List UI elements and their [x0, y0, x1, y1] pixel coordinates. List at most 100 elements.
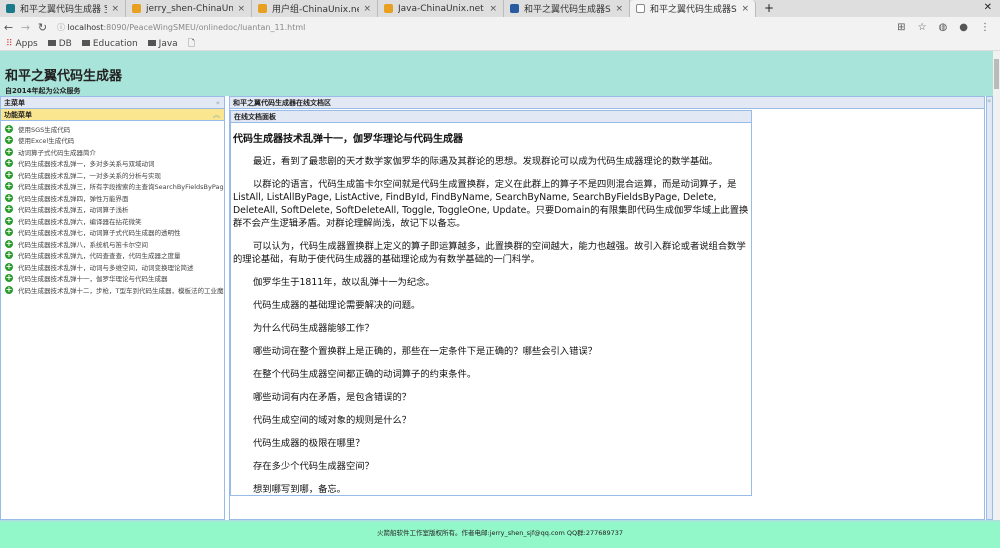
expand-right-icon[interactable]: « [987, 97, 991, 105]
bookmark-apps[interactable]: ⠿ Apps [6, 39, 38, 49]
plus-icon: + [5, 169, 13, 179]
tab-title: 和平之翼代码生成器SMEU [524, 5, 611, 15]
bookmark-java[interactable]: Java [147, 39, 178, 49]
plus-icon: + [5, 204, 13, 214]
menu-item[interactable]: + 代码生成器技术乱弹五，动词算子浅析 [1, 204, 224, 216]
plus-icon: + [5, 135, 13, 145]
menu-item[interactable]: + 代码生成器技术乱弹三，所有字段搜索的主查询SearchByFieldsByPa… [1, 181, 224, 193]
tab-close-icon[interactable]: × [489, 4, 497, 14]
doc-panel: 在线文档面板 代码生成器技术乱弹十一，伽罗华理论与代码生成器 最近，看到了最悲剧… [230, 110, 752, 496]
browser-tab[interactable]: jerry_shen-ChinaUnix.net× [126, 0, 252, 17]
browser-tab[interactable]: 和平之翼代码生成器SMEU × [630, 0, 756, 17]
account-icon[interactable]: ● [959, 22, 968, 33]
menu-item[interactable]: + 使用SGS生成代码 [1, 123, 224, 135]
menu-item[interactable]: + 代码生成器技术乱弹一，多对多关系与双域动词 [1, 158, 224, 170]
favicon-icon [510, 4, 519, 13]
plus-icon: + [5, 123, 13, 133]
extension-icon[interactable]: ◍ [939, 22, 948, 33]
menu-item[interactable]: + 代码生成器技术乱弹十，动词与多维空间，动词变换理论简述 [1, 261, 224, 273]
reload-icon[interactable]: ↻ [34, 21, 51, 34]
doc-paragraph: 代码生成器的基础理论需要解决的问题。 [253, 300, 421, 311]
plus-icon: + [5, 227, 13, 237]
browser-tab[interactable]: 用户组-ChinaUnix.net × [252, 0, 378, 17]
site-title: 和平之翼代码生成器 [5, 69, 123, 84]
function-menu: + 使用SGS生成代码 + 使用Excel生成代码 + 动词算子式代码生成器简介 + 代码生成… [1, 121, 224, 298]
bookmark-label: DB [58, 38, 72, 49]
doc-paragraph: 想到哪写到哪，备忘。 [253, 484, 346, 495]
collapse-up-icon[interactable]: ︽ [213, 109, 220, 121]
window-close-icon[interactable]: ✕ [984, 2, 992, 13]
doc-paragraph: 可以认为，代码生成器置换群上定义的算子即运算越多，此置换群的空间越大，能力也越强… [233, 241, 746, 265]
bookmark-label: Education [92, 38, 138, 49]
tab-close-icon[interactable]: × [237, 4, 245, 14]
browser-tab[interactable]: 和平之翼代码生成器SMEU × [504, 0, 630, 17]
menu-item[interactable]: + 代码生成器技术乱弹十二，步枪，T型车到代码生成器，模板法的工业魔术 [1, 284, 224, 296]
url-input[interactable]: ⓘ localhost:8090/PeaceWingSMEU/onlinedoc… [57, 19, 887, 35]
menu-item-label: 动词算子式代码生成器简介 [18, 148, 96, 157]
menu-item-label: 代码生成器技术乱弹二，一对多关系的分析与实现 [18, 171, 161, 180]
tab-title: Java-ChinaUnix.net [398, 3, 484, 14]
tab-close-icon[interactable]: × [111, 4, 119, 14]
folder-icon [147, 39, 156, 46]
accordion-header[interactable]: 功能菜单 ︽ [1, 109, 224, 121]
plus-icon: + [5, 158, 13, 168]
favicon-icon [132, 4, 141, 13]
menu-item-label: 代码生成器技术乱弹一，多对多关系与双域动词 [18, 160, 155, 169]
plus-icon: + [5, 261, 13, 271]
star-icon[interactable]: ☆ [918, 22, 927, 33]
plus-icon: + [5, 284, 13, 294]
doc-paragraph: 以群论的语言，代码生成笛卡尔空间就是代码生成置换群，定义在此群上的算子不是四则混… [233, 179, 749, 229]
page-icon[interactable]: 🗋 [188, 36, 195, 52]
tab-close-icon[interactable]: × [741, 4, 749, 14]
apps-icon: ⠿ [6, 38, 13, 49]
tab-title: jerry_shen-ChinaUnix.net [146, 3, 234, 14]
menu-item-label: 代码生成器技术乱弹八，系统机与笛卡尔空间 [18, 240, 148, 249]
tab-close-icon[interactable]: × [363, 4, 371, 14]
left-panel-header: 主菜单 « [1, 97, 224, 109]
menu-item-label: 代码生成器技术乱弹十一，伽罗华理论与代码生成器 [18, 275, 168, 284]
browser-tab[interactable]: 和平之翼代码生成器 宝船 × [0, 0, 126, 17]
site-subtitle: 自2014年起为公众服务 [5, 87, 81, 95]
bookmark-db[interactable]: DB [47, 38, 72, 49]
doc-title: 代码生成器技术乱弹十一，伽罗华理论与代码生成器 [233, 134, 463, 145]
menu-item[interactable]: + 代码生成器技术乱弹二，一对多关系的分析与实现 [1, 169, 224, 181]
menu-item[interactable]: + 代码生成器技术乱弹十一，伽罗华理论与代码生成器 [1, 273, 224, 285]
new-tab-button[interactable]: + [756, 0, 782, 17]
tab-title: 用户组-ChinaUnix.net [272, 5, 360, 15]
plus-icon: + [5, 146, 13, 156]
menu-item[interactable]: + 代码生成器技术乱弹七，动词算子式代码生成器的透明性 [1, 227, 224, 239]
right-collapsed-panel[interactable]: « [986, 96, 993, 520]
url-host: localhost [67, 22, 104, 32]
menu-icon[interactable]: ⋮ [980, 22, 990, 33]
back-icon[interactable]: ← [0, 21, 17, 34]
folder-icon [47, 39, 56, 46]
favicon-icon [258, 4, 267, 13]
translate-icon[interactable]: ⊞ [897, 22, 905, 33]
menu-item-label: 代码生成器技术乱弹五，动词算子浅析 [18, 206, 129, 215]
plus-icon: + [5, 192, 13, 202]
menu-item[interactable]: + 代码生成器技术乱弹四，弹性万能界面 [1, 192, 224, 204]
forward-icon[interactable]: → [17, 21, 34, 34]
scrollbar-thumb[interactable] [994, 59, 999, 89]
menu-item-label: 代码生成器技术乱弹十，动词与多维空间，动词变换理论简述 [18, 263, 194, 272]
menu-item[interactable]: + 代码生成器技术乱弹八，系统机与笛卡尔空间 [1, 238, 224, 250]
menu-item[interactable]: + 代码生成器技术乱弹六，编译器在拈花微笑 [1, 215, 224, 227]
page-scrollbar[interactable] [993, 51, 1000, 520]
bookmark-education[interactable]: Education [81, 38, 138, 49]
favicon-icon [636, 4, 645, 13]
accordion-title: 功能菜单 [4, 111, 32, 119]
tab-close-icon[interactable]: × [615, 4, 623, 14]
favicon-icon [384, 4, 393, 13]
doc-paragraph: 为什么代码生成器能够工作？ [253, 323, 374, 334]
doc-paragraph: 在整个代码生成器空间都正确的动词算子的约束条件。 [253, 369, 477, 380]
folder-icon [81, 39, 90, 46]
collapse-left-icon[interactable]: « [216, 97, 220, 109]
footer: 火箭船软件工作室版权所有。作者电邮:jerry_shen_sjf@qq.com … [0, 520, 1000, 548]
menu-item[interactable]: + 使用Excel生成代码 [1, 135, 224, 147]
favicon-icon [6, 4, 15, 13]
menu-item[interactable]: + 动词算子式代码生成器简介 [1, 146, 224, 158]
bookmark-label: Apps [15, 38, 38, 49]
menu-item[interactable]: + 代码生成器技术乱弹九，代码查查查，代码生成器之度量 [1, 250, 224, 262]
main-panel-title: 和平之翼代码生成器在线文档区 [233, 99, 331, 107]
browser-tab[interactable]: Java-ChinaUnix.net × [378, 0, 504, 17]
